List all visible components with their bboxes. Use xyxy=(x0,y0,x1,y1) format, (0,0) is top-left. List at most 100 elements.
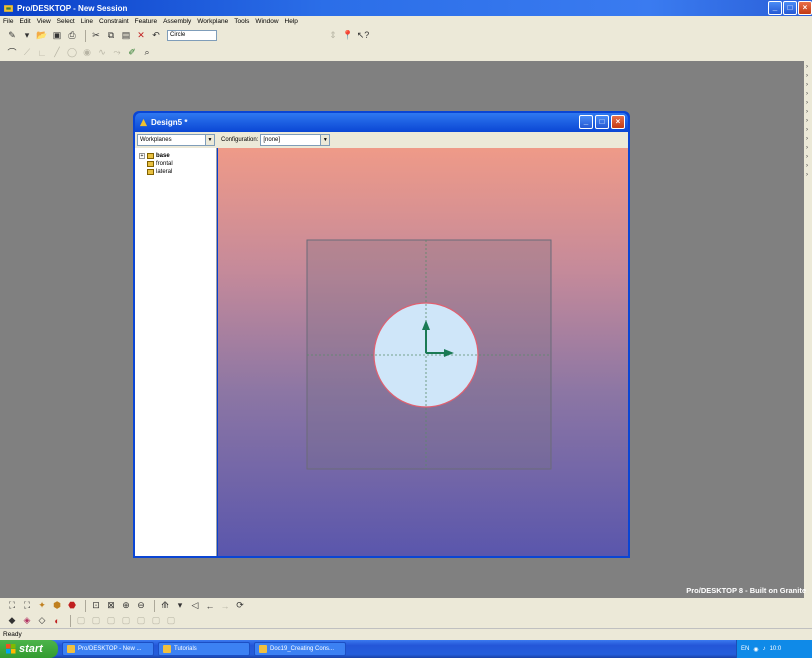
task-prodesktop[interactable]: Pro/DESKTOP - New ... xyxy=(62,642,154,656)
highlight-icon[interactable]: ✦ xyxy=(36,600,48,612)
cut-icon[interactable]: ✂ xyxy=(90,30,102,42)
material-icon[interactable]: ◇ xyxy=(36,615,48,627)
shaded-view-icon[interactable]: ◆ xyxy=(6,615,18,627)
save-icon[interactable]: ▣ xyxy=(51,30,63,42)
tree-item-lateral[interactable]: lateral xyxy=(139,168,216,176)
view-back-icon[interactable]: ▢ xyxy=(135,615,147,627)
menu-constraint[interactable]: Constraint xyxy=(99,18,129,25)
view-bottom-icon[interactable]: ▢ xyxy=(150,615,162,627)
dock-tool-icon[interactable]: › xyxy=(806,172,811,178)
dock-tool-icon[interactable]: › xyxy=(806,118,811,124)
network-icon[interactable]: ◉ xyxy=(753,646,758,653)
task-tutorials[interactable]: Tutorials xyxy=(158,642,250,656)
ellipse-icon[interactable]: ◉ xyxy=(81,47,93,59)
palette-icon[interactable]: ◐ xyxy=(51,615,63,627)
offset-icon[interactable]: ⤳ xyxy=(111,47,123,59)
pencil-icon[interactable]: ✎ xyxy=(6,30,18,42)
view-direction-icon[interactable]: ⟰ xyxy=(159,600,171,612)
chevron-down-icon[interactable]: ▼ xyxy=(205,135,214,145)
dock-tool-icon[interactable]: › xyxy=(806,154,811,160)
tree-item-base[interactable]: + base xyxy=(139,152,216,160)
forward-icon[interactable]: → xyxy=(219,600,231,612)
menu-edit[interactable]: Edit xyxy=(19,18,30,25)
volume-icon[interactable]: ♪ xyxy=(763,646,766,652)
doc-minimize-button[interactable]: _ xyxy=(579,115,593,129)
maximize-button[interactable]: □ xyxy=(783,1,797,15)
language-indicator[interactable]: EN xyxy=(741,646,749,652)
pin-icon[interactable]: 📍 xyxy=(342,30,354,42)
menu-feature[interactable]: Feature xyxy=(135,18,157,25)
back-icon[interactable]: ← xyxy=(204,600,216,612)
refresh-icon[interactable]: ⟳ xyxy=(234,600,246,612)
menu-assembly[interactable]: Assembly xyxy=(163,18,191,25)
arrow-left-icon[interactable]: ◁ xyxy=(189,600,201,612)
dropdown-arrow-icon[interactable]: ▾ xyxy=(174,600,186,612)
dock-tool-icon[interactable]: › xyxy=(806,127,811,133)
dock-tool-icon[interactable]: › xyxy=(806,64,811,70)
view-top-icon[interactable]: ▢ xyxy=(90,615,102,627)
extrude-icon[interactable]: ⬣ xyxy=(66,600,78,612)
dock-tool-icon[interactable]: › xyxy=(806,109,811,115)
minimize-button[interactable]: _ xyxy=(768,1,782,15)
line-icon[interactable]: ⟋ xyxy=(21,47,33,59)
view-front-icon[interactable]: ▢ xyxy=(75,615,87,627)
task-document[interactable]: Doc19_Creating Cons... xyxy=(254,642,346,656)
print-icon[interactable]: ⎙ xyxy=(66,30,78,42)
delete-icon[interactable]: ✕ xyxy=(135,30,147,42)
menu-line[interactable]: Line xyxy=(81,18,93,25)
feature-icon[interactable]: ⬢ xyxy=(51,600,63,612)
chevron-down-icon[interactable]: ▼ xyxy=(320,135,330,145)
open-folder-icon[interactable]: 📂 xyxy=(36,30,48,42)
arc-icon[interactable]: ⌒ xyxy=(6,47,18,59)
snap-icon[interactable]: ⇕ xyxy=(327,30,339,42)
sketch-canvas[interactable] xyxy=(218,148,628,556)
dock-tool-icon[interactable]: › xyxy=(806,100,811,106)
configuration-select[interactable]: [none] ▼ xyxy=(260,134,331,146)
dropdown-arrow-icon[interactable]: ▾ xyxy=(21,30,33,42)
help-pointer-icon[interactable]: ↖? xyxy=(357,30,370,42)
circle-tool-icon[interactable]: ◯ xyxy=(66,47,78,59)
render-icon[interactable]: ◈ xyxy=(21,615,33,627)
start-button[interactable]: start xyxy=(0,640,58,658)
doc-maximize-button[interactable]: □ xyxy=(595,115,609,129)
clock[interactable]: 10:0 xyxy=(770,646,782,652)
menu-view[interactable]: View xyxy=(37,18,51,25)
zoom-fit-icon[interactable]: ⊡ xyxy=(90,600,102,612)
view-side-icon[interactable]: ▢ xyxy=(105,615,117,627)
zoom-search-icon[interactable]: ⌕ xyxy=(141,47,153,59)
dock-tool-icon[interactable]: › xyxy=(806,145,811,151)
zoom-in-icon[interactable]: ⊕ xyxy=(120,600,132,612)
menu-select[interactable]: Select xyxy=(57,18,75,25)
select-edge-icon[interactable]: ⛶ xyxy=(21,600,33,612)
copy-icon[interactable]: ⧉ xyxy=(105,30,117,42)
tree-item-frontal[interactable]: frontal xyxy=(139,160,216,168)
menu-workplane[interactable]: Workplane xyxy=(197,18,228,25)
view-custom-icon[interactable]: ▢ xyxy=(165,615,177,627)
menu-window[interactable]: Window xyxy=(255,18,278,25)
corner-icon[interactable]: ∟ xyxy=(36,47,48,59)
dock-tool-icon[interactable]: › xyxy=(806,163,811,169)
diagonal-line-icon[interactable]: ╱ xyxy=(51,47,63,59)
paste-icon[interactable]: ▤ xyxy=(120,30,132,42)
view-iso-icon[interactable]: ▢ xyxy=(120,615,132,627)
sketch-select-icon[interactable]: ⛶ xyxy=(6,600,18,612)
close-button[interactable]: × xyxy=(798,1,812,15)
menu-help[interactable]: Help xyxy=(285,18,298,25)
pen-tool-icon[interactable]: ✐ xyxy=(126,47,138,59)
dock-tool-icon[interactable]: › xyxy=(806,91,811,97)
menu-file[interactable]: File xyxy=(3,18,13,25)
spline-icon[interactable]: ∿ xyxy=(96,47,108,59)
menu-tools[interactable]: Tools xyxy=(234,18,249,25)
expand-icon[interactable]: + xyxy=(139,153,145,159)
dock-tool-icon[interactable]: › xyxy=(806,82,811,88)
dock-tool-icon[interactable]: › xyxy=(806,73,811,79)
design-viewport[interactable] xyxy=(218,148,628,556)
shape-select[interactable]: Circle xyxy=(167,30,217,41)
dock-tool-icon[interactable]: › xyxy=(806,136,811,142)
zoom-box-icon[interactable]: ⊠ xyxy=(105,600,117,612)
zoom-out-icon[interactable]: ⊖ xyxy=(135,600,147,612)
undo-icon[interactable]: ↶ xyxy=(150,30,162,42)
doc-close-button[interactable]: × xyxy=(611,115,625,129)
workplanes-select[interactable]: Workplanes ▼ xyxy=(137,134,215,146)
sketch-circle[interactable] xyxy=(373,302,479,408)
